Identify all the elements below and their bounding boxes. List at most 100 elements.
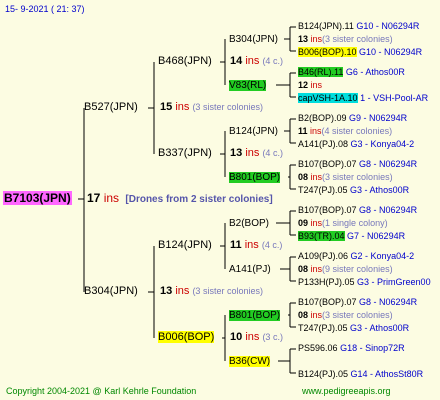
gen5-name: capVSH-1A.10: [298, 93, 358, 103]
gen2-node-1: B304(JPN): [84, 285, 138, 298]
gen4-ins-count: 09: [298, 218, 309, 228]
gen5-node-9: B93(TR).04 G7 - N06294R: [298, 230, 405, 243]
root-name: B7103(JPN): [3, 191, 72, 205]
gen4-ins-4: 09 ins(1 single colony): [298, 217, 388, 230]
pedigree-chart: 15- 9-2021 ( 21: 37) B7103(JPN) 17 ins […: [0, 0, 440, 400]
gen5-iid: G10 - N06294R: [356, 21, 420, 31]
gen4-name: B124(JPN): [229, 126, 278, 137]
gen4-name: B304(JPN): [229, 34, 278, 45]
gen3-note: (4 c.): [261, 240, 283, 250]
gen3-ins-word: ins: [245, 147, 260, 159]
gen2-node-0: B527(JPN): [84, 101, 138, 114]
gen4-ins-count: 13: [298, 34, 309, 44]
gen2-ins-count: 13: [160, 285, 173, 297]
gen4-name: A141(PJ): [229, 264, 271, 275]
gen4-node-2: B124(JPN): [229, 125, 278, 138]
gen3-name: B006(BOP): [158, 331, 215, 343]
gen5-node-12: B107(BOP).07 G8 - N06294R: [298, 296, 417, 309]
gen5-name: A109(PJ).06: [298, 251, 349, 261]
gen5-iid: G8 - N06294R: [359, 297, 418, 307]
gen5-name: T247(PJ).05: [298, 323, 348, 333]
gen5-iid: G14 - AthosSt80R: [350, 369, 424, 379]
footer-site[interactable]: www.pedigreeapis.org: [302, 385, 391, 398]
gen4-ins-word: ins: [310, 80, 323, 90]
gen3-node-0: B468(JPN): [158, 55, 212, 68]
gen3-ins-3: 10 ins (3 c.): [230, 331, 283, 344]
gen4-ins-word: ins: [310, 172, 323, 182]
gen5-name: A141(PJ).08: [298, 139, 349, 149]
gen2-ins-word: ins: [175, 101, 190, 113]
gen3-ins-1: 13 ins (4 c.): [230, 147, 283, 160]
gen2-ins-word: ins: [175, 285, 190, 297]
gen2-ins-0: 15 ins (3 sister colonies): [160, 101, 263, 114]
gen2-note: (3 sister colonies): [192, 102, 263, 112]
gen5-iid: G6 - Athos00R: [345, 67, 405, 77]
gen5-iid: G3 - Athos00R: [350, 323, 410, 333]
root-queen: B7103(JPN): [3, 191, 72, 205]
gen4-ins-0: 13 ins(3 sister colonies): [298, 33, 393, 46]
gen5-iid: G2 - Konya04-2: [350, 251, 415, 261]
gen5-iid: G8 - N06294R: [359, 205, 418, 215]
gen2-name: B527(JPN): [84, 101, 138, 113]
gen4-name: B801(BOP): [229, 310, 281, 321]
gen5-iid: 1 - VSH-Pool-AR: [360, 93, 429, 103]
root-note: [Drones from 2 sister colonies]: [125, 194, 273, 205]
gen5-node-14: PS596.06 G18 - Sinop72R: [298, 342, 405, 355]
gen4-note: (4 sister colonies): [321, 126, 393, 136]
gen2-ins-1: 13 ins (3 sister colonies): [160, 285, 263, 298]
gen4-ins-word: ins: [310, 218, 323, 228]
gen5-iid: G7 - N06294R: [347, 231, 406, 241]
gen4-ins-6: 08 ins(3 sister colonies): [298, 309, 393, 322]
gen4-node-0: B304(JPN): [229, 33, 278, 46]
gen4-ins-count: 12: [298, 80, 309, 90]
gen5-iid: G18 - Sinop72R: [340, 343, 405, 353]
gen3-name: B124(JPN): [158, 239, 212, 251]
root-ins: 17 ins [Drones from 2 sister colonies]: [87, 192, 273, 206]
gen3-ins-2: 11 ins (4 c.): [230, 239, 282, 252]
gen5-node-8: B107(BOP).07 G8 - N06294R: [298, 204, 417, 217]
gen3-ins-count: 13: [230, 147, 243, 159]
gen5-iid: G3 - Athos00R: [350, 185, 410, 195]
gen3-name: B468(JPN): [158, 55, 212, 67]
gen4-ins-count: 11: [298, 126, 308, 136]
gen5-node-5: A141(PJ).08 G3 - Konya04-2: [298, 138, 414, 151]
gen5-name: B107(BOP).07: [298, 159, 357, 169]
gen4-ins-1: 12 ins: [298, 79, 322, 92]
gen4-note: (3 sister colonies): [322, 310, 393, 320]
gen5-name: B124(JPN).11: [298, 21, 354, 31]
gen4-note: (9 sister colonies): [322, 264, 393, 274]
gen4-note: (3 sister colonies): [322, 172, 393, 182]
gen2-ins-count: 15: [160, 101, 173, 113]
gen3-ins-0: 14 ins (4 c.): [230, 55, 283, 68]
gen4-node-5: A141(PJ): [229, 263, 271, 276]
gen5-iid: G8 - N06294R: [359, 159, 418, 169]
gen4-node-7: B36(CW): [229, 355, 271, 368]
gen4-note: (3 sister colonies): [322, 34, 393, 44]
gen4-ins-count: 08: [298, 172, 309, 182]
gen5-node-6: B107(BOP).07 G8 - N06294R: [298, 158, 417, 171]
gen5-node-15: B124(PJ).05 G14 - AthosSt80R: [298, 368, 423, 381]
gen5-name: P133H(PJ).05: [298, 277, 355, 287]
gen4-node-4: B2(BOP): [229, 217, 269, 230]
gen4-name: B801(BOP): [229, 172, 281, 183]
gen3-ins-word: ins: [245, 331, 260, 343]
gen4-name: B36(CW): [229, 356, 271, 367]
gen3-ins-count: 14: [230, 55, 243, 67]
gen5-name: PS596.06: [298, 343, 338, 353]
gen5-node-13: T247(PJ).05 G3 - Athos00R: [298, 322, 409, 335]
gen4-ins-2: 11 ins(4 sister colonies): [298, 125, 392, 138]
gen4-ins-count: 08: [298, 264, 309, 274]
gen4-name: V83(RL): [229, 80, 267, 91]
gen5-node-3: capVSH-1A.10 1 - VSH-Pool-AR: [298, 92, 428, 105]
gen3-node-3: B006(BOP): [158, 331, 215, 344]
gen5-name: B93(TR).04: [298, 231, 345, 241]
root-ins-word: ins: [103, 191, 120, 205]
gen4-ins-5: 08 ins(9 sister colonies): [298, 263, 393, 276]
gen4-node-6: B801(BOP): [229, 309, 281, 322]
gen4-ins-word: ins: [310, 126, 322, 136]
gen5-node-1: B006(BOP).10 G10 - N06294R: [298, 46, 422, 59]
gen5-name: B107(BOP).07: [298, 205, 357, 215]
gen5-name: B46(RL).11: [298, 67, 344, 77]
gen4-ins-3: 08 ins(3 sister colonies): [298, 171, 393, 184]
gen4-ins-count: 08: [298, 310, 309, 320]
